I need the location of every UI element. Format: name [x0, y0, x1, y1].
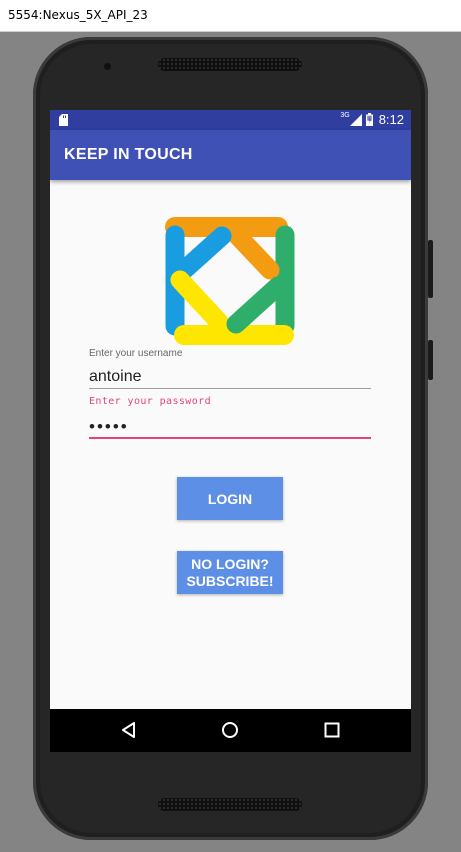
status-time: 8:12 [378, 112, 404, 127]
front-camera [104, 63, 111, 70]
username-input[interactable] [89, 366, 371, 388]
battery-icon [365, 113, 373, 126]
window-title: 5554:Nexus_5X_API_23 [8, 8, 148, 22]
bottom-speaker [158, 798, 302, 811]
status-icons: 3G 8:12 [340, 112, 404, 127]
volume-button[interactable] [428, 240, 433, 298]
username-label: Enter your username [89, 348, 183, 359]
sd-card-icon [59, 114, 68, 126]
status-bar: 3G 8:12 [50, 110, 411, 130]
subscribe-button[interactable]: NO LOGIN? SUBSCRIBE! [177, 551, 283, 594]
signal-icon [349, 113, 362, 126]
password-underline [89, 437, 371, 439]
device-screen: 3G 8:12 KEEP IN TOUCH Enter your usernam… [50, 110, 411, 752]
subscribe-label-line2: SUBSCRIBE! [186, 572, 274, 589]
password-label: Enter your password [89, 396, 211, 407]
app-logo [165, 217, 295, 345]
recents-icon[interactable] [323, 721, 341, 739]
back-icon[interactable] [120, 721, 138, 739]
password-input[interactable]: ••••• [89, 416, 371, 438]
app-title: KEEP IN TOUCH [64, 146, 193, 163]
navigation-bar [50, 709, 411, 752]
power-button[interactable] [428, 340, 433, 380]
network-type: 3G [340, 112, 350, 119]
login-button-label: LOGIN [207, 490, 253, 507]
subscribe-label-line1: NO LOGIN? [191, 555, 269, 572]
login-button[interactable]: LOGIN [177, 477, 283, 520]
app-toolbar: KEEP IN TOUCH [50, 130, 411, 180]
home-icon[interactable] [221, 721, 239, 739]
top-speaker [158, 58, 302, 71]
window-titlebar: 5554:Nexus_5X_API_23 [0, 0, 461, 32]
username-underline [89, 388, 371, 389]
